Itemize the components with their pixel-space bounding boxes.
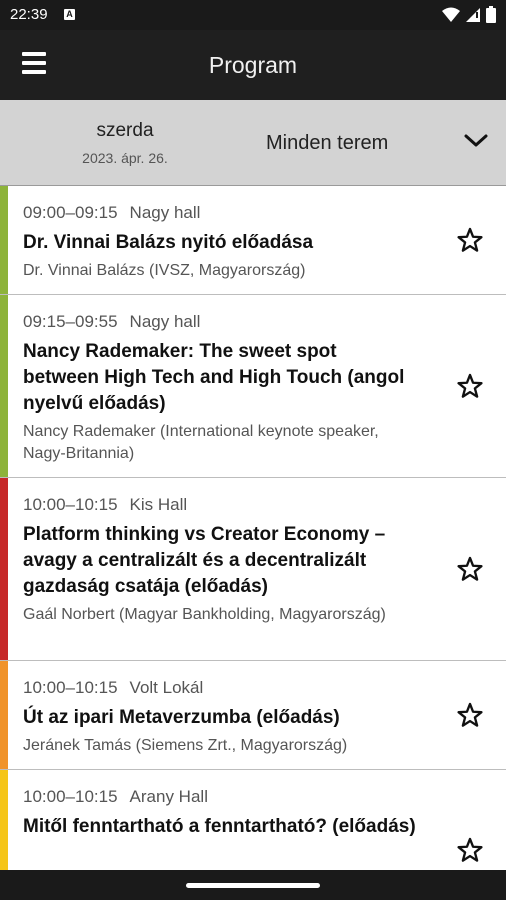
date-label[interactable]: 2023. ápr. 26. bbox=[30, 150, 220, 166]
favorite-star-icon[interactable] bbox=[456, 701, 484, 729]
session-meta: 09:15–09:55 Nagy hall bbox=[23, 311, 416, 333]
status-time: 22:39 bbox=[10, 6, 48, 23]
favorite-star-icon[interactable] bbox=[456, 836, 484, 864]
session-title: Nancy Rademaker: The sweet spot between … bbox=[23, 341, 405, 414]
session-title: Dr. Vinnai Balázs nyitó előadása bbox=[23, 232, 314, 253]
track-color-bar bbox=[0, 770, 8, 870]
track-color-bar bbox=[0, 186, 8, 294]
track-color-bar bbox=[0, 295, 8, 477]
session-room: Nagy hall bbox=[129, 203, 201, 222]
room-select[interactable]: Minden terem bbox=[266, 132, 388, 155]
notification-badge-icon: A bbox=[64, 9, 75, 20]
session-item[interactable]: 09:00–09:15 Nagy hall Dr. Vinnai Balázs n… bbox=[0, 186, 506, 295]
favorite-star-icon[interactable] bbox=[456, 555, 484, 583]
favorite-star-icon[interactable] bbox=[456, 372, 484, 400]
session-speaker: Dr. Vinnai Balázs (IVSZ, Magyarország) bbox=[23, 262, 306, 279]
track-color-bar bbox=[0, 661, 8, 769]
session-content: 09:15–09:55 Nagy hall Nancy Rademaker: Th… bbox=[23, 311, 416, 465]
page-title: Program bbox=[208, 52, 298, 78]
session-speaker: Nancy Rademaker (International keynote s… bbox=[23, 423, 379, 462]
session-meta: 10:00–10:15 Volt Lokál bbox=[23, 677, 416, 699]
session-title: Út az ipari Metaverzumba (előadás) bbox=[23, 707, 340, 728]
session-room: Nagy hall bbox=[129, 312, 201, 331]
status-bar: 22:39 A bbox=[0, 0, 506, 30]
session-meta: 09:00–09:15 Nagy hall bbox=[23, 202, 416, 224]
session-time: 10:00–10:15 bbox=[23, 678, 118, 697]
session-room: Volt Lokál bbox=[129, 678, 204, 697]
session-time: 10:00–10:15 bbox=[23, 495, 118, 514]
session-content: 10:00–10:15 Arany Hall Mitől fenntartható… bbox=[23, 786, 416, 840]
chevron-down-icon[interactable] bbox=[463, 132, 489, 150]
session-item[interactable]: 10:00–10:15 Volt Lokál Út az ipari Metave… bbox=[0, 661, 506, 770]
wifi-icon bbox=[442, 7, 460, 22]
session-content: 10:00–10:15 Volt Lokál Út az ipari Metave… bbox=[23, 677, 416, 757]
system-icons bbox=[442, 6, 496, 23]
session-meta: 10:00–10:15 Arany Hall bbox=[23, 786, 416, 808]
signal-icon bbox=[466, 7, 480, 22]
track-color-bar bbox=[0, 478, 8, 660]
session-title: Platform thinking vs Creator Economy – a… bbox=[23, 524, 386, 597]
session-content: 10:00–10:15 Kis Hall Platform thinking vs… bbox=[23, 494, 416, 626]
date-room-filter: szerda 2023. ápr. 26. Minden terem bbox=[0, 100, 506, 186]
navigation-bar bbox=[0, 870, 506, 900]
session-room: Arany Hall bbox=[129, 787, 208, 806]
session-list[interactable]: 09:00–09:15 Nagy hall Dr. Vinnai Balázs n… bbox=[0, 186, 506, 870]
app-bar: Program bbox=[0, 30, 506, 100]
session-room: Kis Hall bbox=[129, 495, 188, 514]
home-gesture-handle[interactable] bbox=[186, 883, 320, 888]
session-item[interactable]: 10:00–10:15 Kis Hall Platform thinking vs… bbox=[0, 478, 506, 661]
session-time: 09:00–09:15 bbox=[23, 203, 118, 222]
session-content: 09:00–09:15 Nagy hall Dr. Vinnai Balázs n… bbox=[23, 202, 416, 282]
favorite-star-icon[interactable] bbox=[456, 226, 484, 254]
session-time: 09:15–09:55 bbox=[23, 312, 118, 331]
session-time: 10:00–10:15 bbox=[23, 787, 118, 806]
session-title: Mitől fenntartható a fenntartható? (előa… bbox=[23, 816, 416, 837]
session-meta: 10:00–10:15 Kis Hall bbox=[23, 494, 416, 516]
day-label[interactable]: szerda bbox=[30, 120, 220, 142]
battery-icon bbox=[486, 6, 496, 23]
session-speaker: Gaál Norbert (Magyar Bankholding, Magyar… bbox=[23, 606, 386, 623]
session-speaker: Jeránek Tamás (Siemens Zrt., Magyarorszá… bbox=[23, 737, 348, 754]
session-item[interactable]: 10:00–10:15 Arany Hall Mitől fenntartható… bbox=[0, 770, 506, 870]
session-item[interactable]: 09:15–09:55 Nagy hall Nancy Rademaker: Th… bbox=[0, 295, 506, 478]
